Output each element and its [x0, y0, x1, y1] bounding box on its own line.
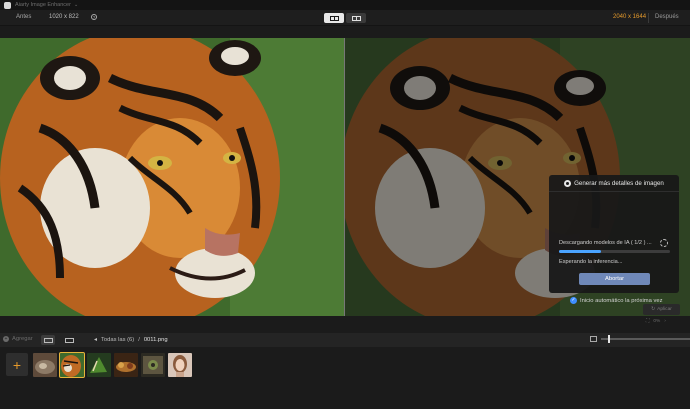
zoom-readout: ⛶ 0% › — [646, 318, 666, 325]
auto-start-label: Inicio automático la próxima vez — [580, 297, 663, 304]
loading-spinner-icon — [660, 239, 668, 247]
app-logo-icon — [4, 1, 11, 9]
download-progress-bar — [559, 250, 670, 253]
thumbnail-leaves[interactable] — [87, 353, 111, 377]
tiger-image — [0, 38, 345, 316]
grid-view-button[interactable] — [41, 335, 55, 345]
generate-details-dialog: Generar más detalles de imagen Descargan… — [549, 175, 679, 293]
slider-track[interactable] — [601, 335, 690, 343]
wolf-thumbnail-image — [33, 353, 57, 377]
abort-button[interactable]: Abortar — [579, 273, 650, 285]
window-title: Aiarty Image Enhancer — [15, 2, 71, 8]
portrait-thumbnail-image — [168, 353, 192, 377]
file-bar: + Agregar ◂ Todas las (6) / 0011.png — [0, 333, 690, 347]
plus-circle-icon: + — [3, 336, 9, 342]
list-view-button[interactable] — [62, 335, 76, 345]
zoom-value: 0% — [653, 318, 661, 324]
wall-thumbnail-image — [141, 353, 165, 377]
back-arrow-icon[interactable]: ◂ — [94, 336, 97, 343]
feast-thumbnail-image — [114, 353, 138, 377]
thumbnail-wall[interactable] — [141, 353, 165, 377]
dialog-header: Generar más detalles de imagen — [549, 175, 679, 191]
before-pane[interactable] — [0, 38, 345, 316]
before-label: Antes — [16, 14, 32, 20]
ai-sparkle-icon — [564, 179, 572, 187]
download-progress-fill — [559, 250, 602, 253]
thumbnail-wolf[interactable] — [33, 353, 57, 377]
list-icon — [64, 337, 74, 343]
zoom-fit-icon[interactable]: ⛶ — [646, 318, 649, 324]
comparison-split-handle[interactable] — [344, 38, 345, 316]
add-label: Agregar — [12, 336, 33, 342]
toolbar-divider — [648, 13, 649, 23]
add-image-button[interactable]: + — [6, 353, 28, 376]
breadcrumb-all[interactable]: Todas las (6) — [101, 337, 134, 343]
apply-label: Aplicar — [657, 307, 672, 312]
preview-toolbar: Antes 1020 x 822 ? 2040 x 1644 Después — [0, 10, 690, 26]
split-view-button[interactable] — [324, 13, 344, 23]
filmstrip: + — [0, 347, 690, 409]
auto-start-checkbox[interactable]: ✓ — [570, 297, 577, 304]
inference-status: Esperando la inferencia... — [559, 259, 623, 265]
breadcrumb-separator: / — [138, 336, 140, 343]
refresh-icon: ↻ — [651, 307, 656, 312]
after-label: Después — [655, 14, 679, 20]
dialog-title: Generar más detalles de imagen — [574, 179, 664, 187]
add-images-link[interactable]: + Agregar — [3, 336, 33, 342]
split-view-icon — [329, 15, 339, 21]
breadcrumb-filename: 0011.png — [143, 336, 168, 343]
thumbnail-tiger[interactable] — [59, 352, 85, 378]
dialog-divider — [549, 191, 679, 192]
side-by-side-button[interactable] — [346, 13, 366, 23]
apply-button[interactable]: ↻ Aplicar — [643, 304, 680, 315]
tiger-thumbnail-image — [60, 353, 84, 377]
thumbnail-portrait[interactable] — [168, 353, 192, 377]
image-size-icon — [590, 336, 597, 342]
output-size: 2040 x 1644 — [613, 14, 647, 20]
leaves-thumbnail-image — [87, 353, 111, 377]
title-bar: Aiarty Image Enhancer ⌄ — [0, 0, 690, 10]
grid-icon — [43, 337, 53, 343]
view-mode-toggle — [324, 13, 366, 23]
auto-start-option[interactable]: ✓ Inicio automático la próxima vez — [570, 297, 662, 304]
thumbnail-feast[interactable] — [114, 353, 138, 377]
chevron-down-icon[interactable]: ⌄ — [74, 2, 78, 8]
thumbnail-size-slider[interactable] — [590, 335, 690, 343]
more-icon[interactable]: › — [664, 319, 666, 324]
input-size: 1020 x 822 — [49, 14, 79, 20]
side-by-side-icon — [351, 15, 361, 21]
breadcrumb: ◂ Todas las (6) / 0011.png — [94, 336, 168, 344]
download-status: Descargando modelos de IA ( 1/2 ) ... — [559, 240, 652, 246]
info-icon[interactable]: ? — [91, 13, 97, 20]
slider-thumb[interactable] — [608, 335, 610, 343]
